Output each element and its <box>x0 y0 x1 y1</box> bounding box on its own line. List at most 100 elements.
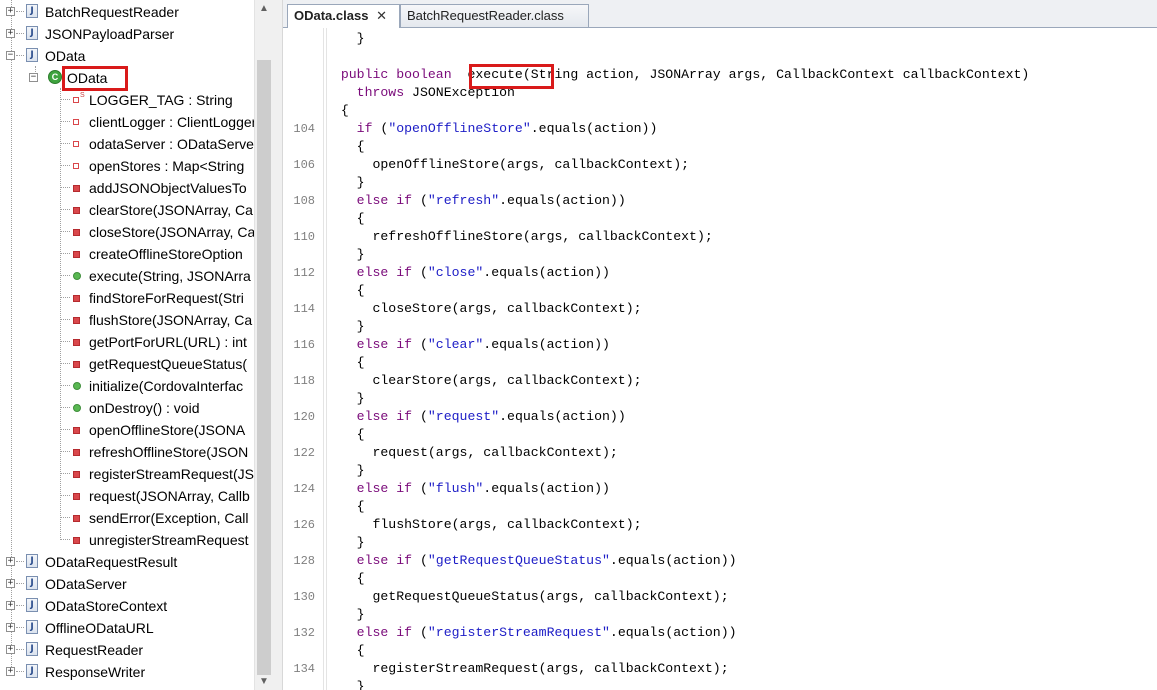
tree-item[interactable]: clearStore(JSONArray, Ca <box>0 199 255 221</box>
tree-item[interactable]: + J RequestReader <box>0 639 255 661</box>
code-text: ( <box>412 553 428 568</box>
tree-item-label: getRequestQueueStatus( <box>89 356 247 372</box>
tree-item[interactable]: openOfflineStore(JSONA <box>0 419 255 441</box>
private-field-icon <box>73 97 79 103</box>
tree-item[interactable]: findStoreForRequest(Stri <box>0 287 255 309</box>
scroll-up-arrow-icon[interactable]: ▲ <box>255 0 273 17</box>
code-text: } <box>325 247 365 262</box>
expand-icon[interactable]: + <box>6 557 15 566</box>
code-string: "registerStreamRequest" <box>427 625 610 640</box>
tree-item[interactable]: request(JSONArray, Callb <box>0 485 255 507</box>
tree-item-label: addJSONObjectValuesTo <box>89 180 247 196</box>
code-text: } <box>325 535 365 550</box>
code-string: "close" <box>427 265 484 280</box>
code-line: { <box>325 103 349 118</box>
code-text: registerStreamRequest(args, callbackCont… <box>325 661 729 676</box>
tree-item[interactable]: createOfflineStoreOption <box>0 243 255 265</box>
tree-item[interactable]: openStores : Map<String <box>0 155 255 177</box>
line-number: 112 <box>293 266 315 280</box>
tree-item[interactable]: + J BatchRequestReader <box>0 1 255 23</box>
scrollbar-thumb[interactable] <box>257 60 271 675</box>
tree-item[interactable]: flushStore(JSONArray, Ca <box>0 309 255 331</box>
code-text: closeStore(args, callbackContext); <box>325 301 642 316</box>
expand-icon[interactable]: + <box>6 667 15 676</box>
code-line: flushStore(args, callbackContext); <box>325 517 641 532</box>
code-line: else if ("getRequestQueueStatus".equals(… <box>325 553 737 568</box>
expand-icon[interactable]: + <box>6 29 15 38</box>
tab-odata-class[interactable]: OData.class ✕ <box>287 4 400 28</box>
tree-item-label: odataServer : ODataServer <box>89 136 255 152</box>
tree-item[interactable]: closeStore(JSONArray, Ca <box>0 221 255 243</box>
java-file-icon: J <box>26 642 38 656</box>
expand-icon[interactable]: + <box>6 623 15 632</box>
tree-item[interactable]: + J JSONPayloadParser <box>0 23 255 45</box>
code-line: getRequestQueueStatus(args, callbackCont… <box>325 589 729 604</box>
code-text: ( <box>412 337 428 352</box>
code-keyword: throws <box>325 85 405 100</box>
tree-item[interactable]: initialize(CordovaInterfac <box>0 375 255 397</box>
tree-item[interactable]: getPortForURL(URL) : int <box>0 331 255 353</box>
code-text: .equals(action)) <box>499 193 626 208</box>
tree-item[interactable]: + J ODataRequestResult <box>0 551 255 573</box>
scroll-down-arrow-icon[interactable]: ▼ <box>255 673 273 690</box>
tree-item-label: onDestroy() : void <box>89 400 200 416</box>
tree-item[interactable]: sendError(Exception, Call <box>0 507 255 529</box>
code-line: { <box>325 643 365 658</box>
tree-item[interactable]: + J ODataServer <box>0 573 255 595</box>
expand-icon[interactable]: + <box>6 601 15 610</box>
tree-item[interactable]: registerStreamRequest(JS <box>0 463 255 485</box>
tree-item[interactable]: odataServer : ODataServer <box>0 133 255 155</box>
tree-item[interactable]: addJSONObjectValuesTo <box>0 177 255 199</box>
pane-splitter[interactable] <box>272 0 283 690</box>
code-line: else if ("clear".equals(action)) <box>325 337 610 352</box>
code-text: { <box>325 355 365 370</box>
tree-item-label: getPortForURL(URL) : int <box>89 334 247 350</box>
tree-item[interactable]: + J ODataStoreContext <box>0 595 255 617</box>
tree-item[interactable]: + J OfflineODataURL <box>0 617 255 639</box>
code-line: closeStore(args, callbackContext); <box>325 301 642 316</box>
code-text: { <box>325 139 365 154</box>
line-number: 106 <box>293 158 315 172</box>
collapse-icon[interactable]: − <box>29 73 38 82</box>
java-file-icon: J <box>26 620 38 634</box>
code-text: { <box>325 643 365 658</box>
tree-item-label: OData <box>45 48 86 64</box>
tree-item[interactable]: onDestroy() : void <box>0 397 255 419</box>
private-method-icon <box>73 295 80 302</box>
tab-batchrequestreader-class[interactable]: BatchRequestReader.class <box>400 4 589 27</box>
close-tab-icon[interactable]: ✕ <box>376 8 387 23</box>
tree-item[interactable]: refreshOfflineStore(JSON <box>0 441 255 463</box>
code-line: else if ("flush".equals(action)) <box>325 481 610 496</box>
code-editor[interactable]: 104 106 108 110 112 114 116 118 120 122 124 126 128 1… <box>283 28 1157 690</box>
code-line: public boolean execute(String action, JS… <box>325 67 1030 82</box>
java-file-icon: J <box>26 4 38 18</box>
code-string: "flush" <box>427 481 484 496</box>
line-number: 108 <box>293 194 315 208</box>
collapse-icon[interactable]: − <box>6 51 15 60</box>
code-text: getRequestQueueStatus(args, callbackCont… <box>325 589 729 604</box>
tree-item[interactable]: + J ResponseWriter <box>0 661 255 683</box>
java-file-icon: J <box>26 598 38 612</box>
tree-item[interactable]: S LOGGER_TAG : String <box>0 89 255 111</box>
code-keyword: if <box>325 121 373 136</box>
tree-item-label: ODataRequestResult <box>45 554 178 570</box>
java-file-icon: J <box>26 26 38 40</box>
code-keyword: else if <box>325 625 413 640</box>
tree-item[interactable]: execute(String, JSONArra <box>0 265 255 287</box>
code-text: } <box>325 175 365 190</box>
code-string: "clear" <box>427 337 484 352</box>
tree-item[interactable]: getRequestQueueStatus( <box>0 353 255 375</box>
code-text: .equals(action)) <box>483 265 610 280</box>
code-keyword: else if <box>325 337 413 352</box>
expand-icon[interactable]: + <box>6 579 15 588</box>
tree-item[interactable]: clientLogger : ClientLogger <box>0 111 255 133</box>
code-line: { <box>325 499 365 514</box>
code-text: { <box>325 499 365 514</box>
expand-icon[interactable]: + <box>6 7 15 16</box>
expand-icon[interactable]: + <box>6 645 15 654</box>
tree-item[interactable]: unregisterStreamRequest <box>0 529 255 551</box>
code-line: else if ("close".equals(action)) <box>325 265 610 280</box>
tree-scrollbar[interactable]: ▲ ▼ <box>254 0 273 690</box>
code-text: ( <box>372 121 389 136</box>
tree-item[interactable]: − J OData <box>0 45 255 67</box>
